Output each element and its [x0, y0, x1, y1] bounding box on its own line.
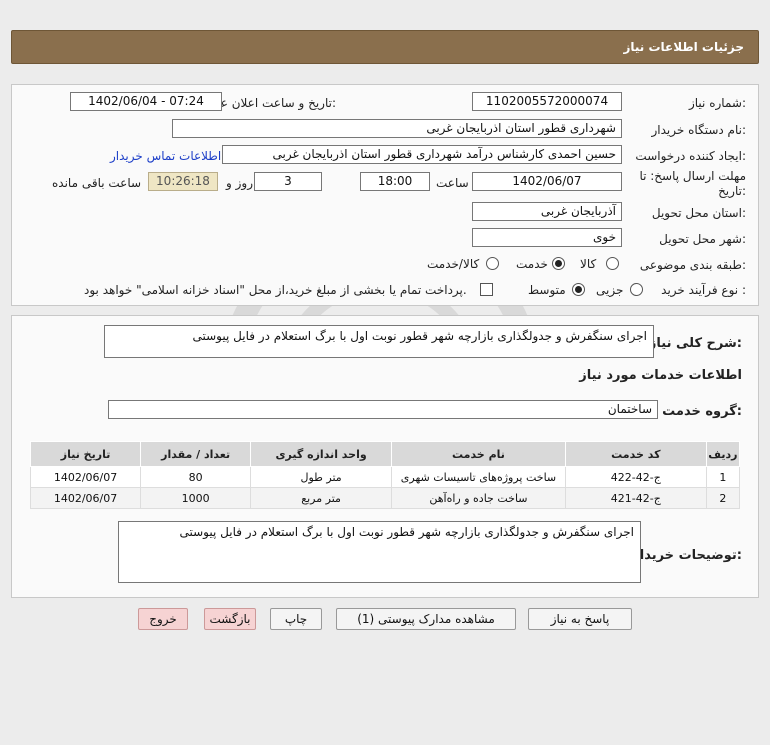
- service-group-field: ساختمان: [108, 400, 658, 419]
- treasury-payment-note: پرداخت تمام یا بخشی از مبلغ خرید،از محل …: [84, 283, 467, 297]
- buyer-org-field: شهرداری قطور استان اذربایجان غربی: [172, 119, 622, 138]
- col-code: کد خدمت: [564, 441, 707, 467]
- services-title: اطلاعات خدمات مورد نیاز: [579, 368, 742, 383]
- category-goods-radio[interactable]: [606, 257, 619, 270]
- summary-text: اجرای سنگفرش و جدولگذاری بازارچه شهر قطو…: [104, 325, 654, 358]
- category-label: طبقه بندی موضوعی:: [639, 258, 746, 272]
- service-group-label: گروه خدمت:: [662, 404, 742, 419]
- remaining-time-field: 10:26:18: [148, 172, 218, 191]
- purchase-small-label: جزیی: [596, 283, 624, 297]
- category-goods-service-radio[interactable]: [486, 257, 499, 270]
- buyer-notes-label: توضیحات خریدار:: [632, 548, 742, 563]
- cell-name: ساخت جاده و راه‌آهن: [391, 487, 566, 509]
- remaining-label: ساعت باقی مانده: [52, 176, 142, 190]
- need-number-label: شماره نیاز:: [688, 96, 746, 110]
- summary-label: شرح کلی نیاز:: [648, 336, 742, 351]
- days-field: 3: [254, 172, 322, 191]
- deadline-label: مهلت ارسال پاسخ: تا: [639, 169, 746, 183]
- purchase-medium-radio[interactable]: [572, 283, 585, 296]
- cell-qty: 80: [140, 466, 252, 488]
- need-number-field: 1102005572000074: [472, 92, 622, 111]
- col-date: تاریخ نیاز: [29, 441, 142, 467]
- page-header: جزئیات اطلاعات نیاز: [11, 30, 759, 64]
- view-attachments-button[interactable]: مشاهده مدارک پیوستی (1): [336, 608, 516, 630]
- province-label: استان محل تحویل:: [651, 206, 746, 220]
- time-label: ساعت: [436, 176, 469, 190]
- cell-qty: 1000: [140, 487, 252, 509]
- announce-field: 1402/06/04 - 07:24: [70, 92, 222, 111]
- print-button[interactable]: چاپ: [270, 608, 322, 630]
- city-field: خوی: [472, 228, 622, 247]
- col-name: نام خدمت: [391, 441, 566, 467]
- cell-name: ساخت پروژه‌های تاسیسات شهری: [391, 466, 566, 488]
- city-label: شهر محل تحویل:: [659, 232, 746, 246]
- category-service-label: خدمت: [516, 257, 548, 271]
- cell-unit: متر مربع: [250, 487, 393, 509]
- buyer-notes-text: اجرای سنگفرش و جدولگذاری بازارچه شهر قطو…: [118, 521, 641, 583]
- contact-buyer-link[interactable]: اطلاعات تماس خریدار: [110, 149, 221, 163]
- treasury-payment-checkbox[interactable]: [480, 283, 493, 296]
- cell-code: ج-42-422: [564, 466, 707, 488]
- category-service-radio[interactable]: [552, 257, 565, 270]
- purchase-small-radio[interactable]: [630, 283, 643, 296]
- category-goods-service-label: کالا/خدمت: [427, 257, 480, 271]
- purchase-medium-label: متوسط: [528, 283, 566, 297]
- creator-field: حسین احمدی کارشناس درآمد شهرداری قطور اس…: [222, 145, 622, 164]
- cell-index: 1: [705, 466, 741, 488]
- cell-date: 1402/06/07: [29, 487, 142, 509]
- province-field: آذربایجان غربی: [472, 202, 622, 221]
- cell-index: 2: [705, 487, 741, 509]
- need-info-panel: [11, 84, 759, 306]
- col-qty: تعداد / مقدار: [140, 441, 252, 467]
- days-label: روز و: [226, 176, 253, 190]
- buyer-org-label: نام دستگاه خریدار:: [651, 123, 747, 137]
- table-row: 2 ج-42-421 ساخت جاده و راه‌آهن متر مربع …: [29, 487, 741, 509]
- table-row: 1 ج-42-422 ساخت پروژه‌های تاسیسات شهری م…: [29, 466, 741, 488]
- col-unit: واحد اندازه گیری: [250, 441, 393, 467]
- deadline-time-field: 18:00: [360, 172, 430, 191]
- creator-label: ایجاد کننده درخواست:: [635, 149, 746, 163]
- respond-button[interactable]: پاسخ به نیاز: [528, 608, 632, 630]
- services-table: ردیف کد خدمت نام خدمت واحد اندازه گیری ت…: [29, 441, 741, 509]
- back-button[interactable]: بازگشت: [204, 608, 256, 630]
- purchase-type-label: نوع فرآیند خرید :: [661, 283, 746, 297]
- cell-date: 1402/06/07: [29, 466, 142, 488]
- exit-button[interactable]: خروج: [138, 608, 188, 630]
- cell-unit: متر طول: [250, 466, 393, 488]
- deadline-date-label: تاریخ:: [718, 184, 746, 198]
- deadline-date-field: 1402/06/07: [472, 172, 622, 191]
- col-index: ردیف: [705, 441, 741, 467]
- cell-code: ج-42-421: [564, 487, 707, 509]
- category-goods-label: کالا: [580, 257, 597, 271]
- page-title: جزئیات اطلاعات نیاز: [623, 40, 744, 54]
- table-header-row: ردیف کد خدمت نام خدمت واحد اندازه گیری ت…: [29, 441, 741, 467]
